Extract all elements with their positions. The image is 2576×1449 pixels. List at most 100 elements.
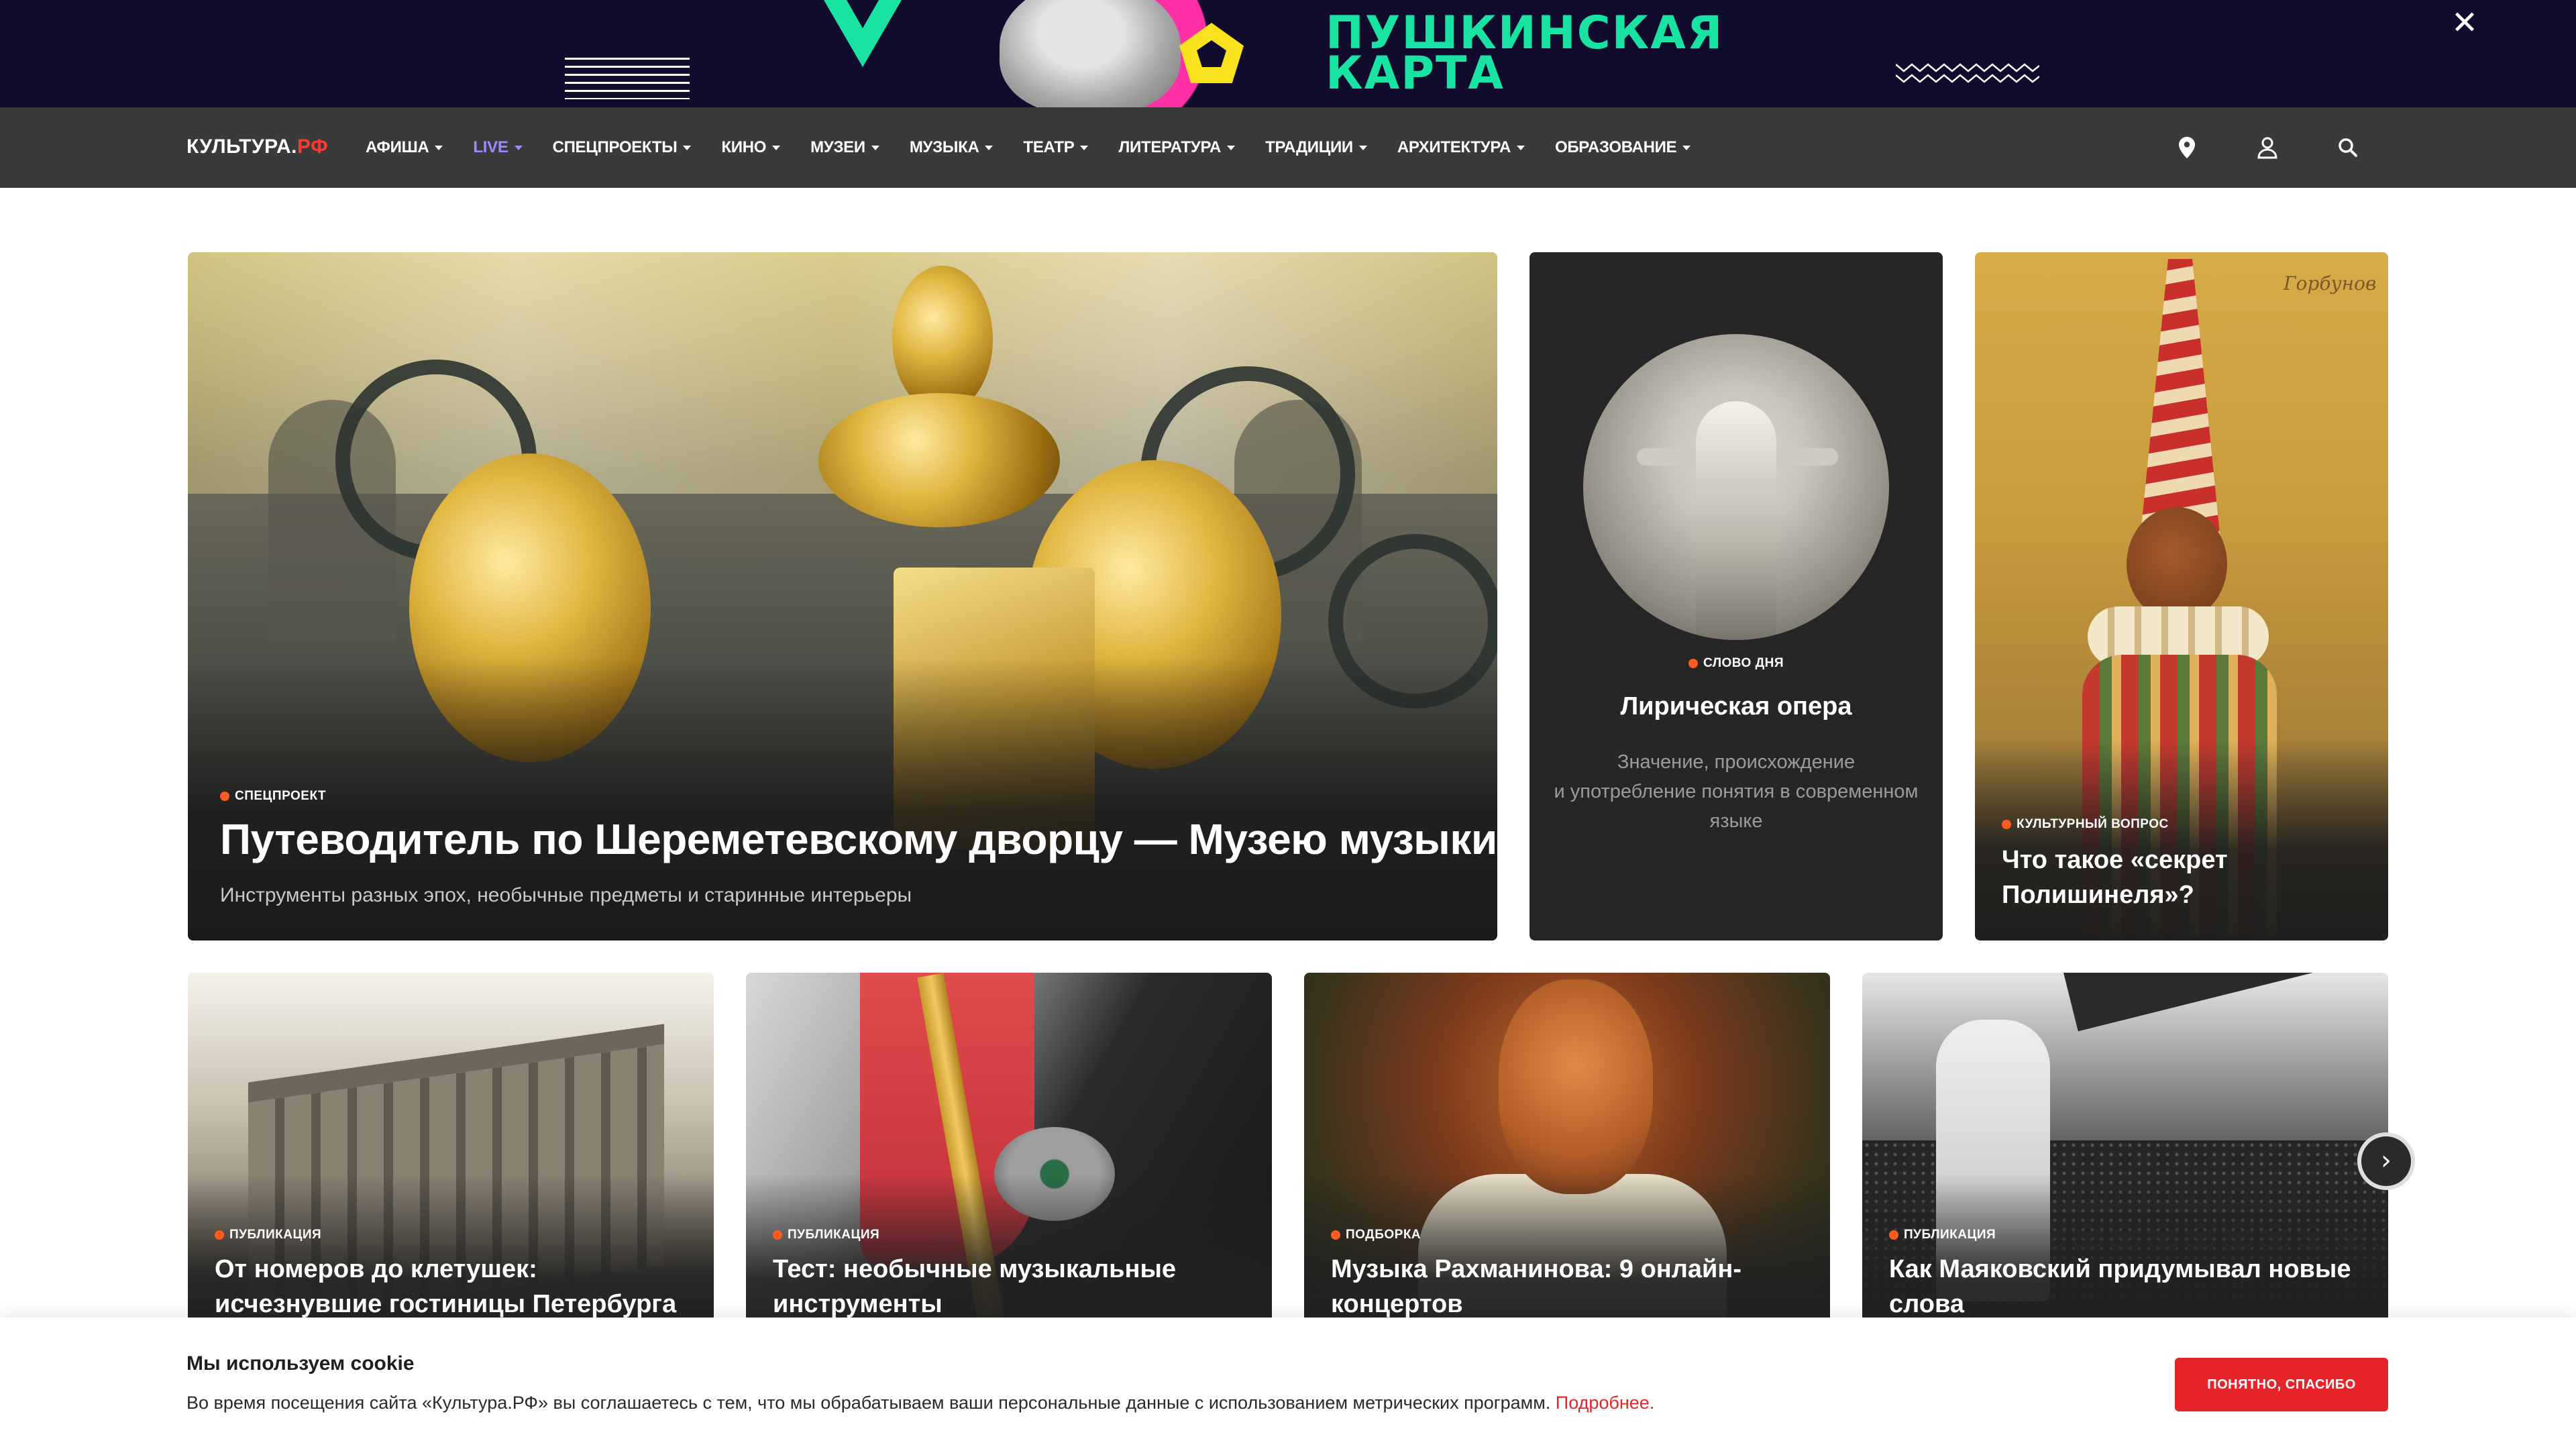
nav-item-label: Театр — [1023, 138, 1075, 156]
card-category-tag: Публикация — [1889, 1228, 1996, 1242]
tag-dot-icon — [773, 1230, 782, 1240]
hero-category-tag: Спецпроект — [220, 789, 326, 804]
card-title[interactable]: Музыка Рахманинова: 9 онлайн-концертов — [1331, 1252, 1814, 1322]
word-description-line: Значение, происхождение — [1617, 751, 1856, 773]
card-title[interactable]: Тест: необычные музыкальные инструменты — [773, 1252, 1256, 1322]
chevron-down-icon — [985, 145, 994, 150]
nav-item-label: Кино — [721, 138, 767, 156]
tag-label: Культурный вопрос — [2017, 817, 2169, 831]
cookie-banner: Мы используем cookie Во время посещения … — [0, 1318, 2576, 1449]
article-card[interactable]: Публикация Тест: необычные музыкальные и… — [746, 973, 1272, 1348]
cookie-text-body: Во время посещения сайта «Культура.РФ» в… — [186, 1393, 1556, 1413]
tag-dot-icon — [1889, 1230, 1898, 1240]
logo-text: КУЛЬТУРА. — [186, 136, 298, 158]
nav-menu: Афиша LIVE Спецпроекты Кино Музеи Музыка… — [366, 107, 1721, 188]
hero-card[interactable]: Спецпроект Путеводитель по Шереметевском… — [188, 252, 1497, 941]
tag-label: Публикация — [788, 1228, 880, 1242]
tag-dot-icon — [215, 1230, 224, 1240]
nav-item-kino[interactable]: Кино — [721, 138, 781, 157]
word-description-line: языке — [1709, 810, 1763, 832]
nav-item-label: LIVE — [473, 138, 508, 156]
promo-title: Пушкинская карта — [1326, 11, 1835, 97]
culture-question-card[interactable]: Горбунов Культурный вопрос Что такое «се… — [1975, 252, 2388, 941]
tag-dot-icon — [1331, 1230, 1340, 1240]
hero-subtitle: Инструменты разных эпох, необычные предм… — [220, 884, 912, 906]
search-icon[interactable] — [2334, 134, 2361, 161]
close-icon[interactable]: ✕ — [2450, 7, 2479, 39]
nav-item-label: Образование — [1554, 138, 1677, 156]
tag-label: Подборка — [1346, 1228, 1421, 1242]
nav-item-label: Традиции — [1265, 138, 1353, 156]
card-category-tag: Публикация — [215, 1228, 321, 1242]
nav-item-live[interactable]: LIVE — [473, 138, 523, 157]
article-card[interactable]: Публикация От номеров до клетушек: исчез… — [188, 973, 714, 1348]
card-title[interactable]: Как Маяковский придумывал новые слова — [1889, 1252, 2372, 1322]
promo-triangle-cutout — [847, 0, 879, 28]
chevron-down-icon — [1227, 145, 1236, 150]
chevron-down-icon — [1516, 145, 1525, 150]
site-logo[interactable]: КУЛЬТУРА.РФ — [186, 136, 328, 158]
artist-signature: Горбунов — [2284, 272, 2377, 294]
nav-item-muzei[interactable]: Музеи — [810, 138, 879, 157]
pushkin-bust-image — [1000, 0, 1181, 107]
map-pin-icon[interactable] — [2174, 134, 2200, 161]
nav-item-traditsii[interactable]: Традиции — [1265, 138, 1367, 157]
user-icon[interactable] — [2254, 134, 2281, 161]
tag-dot-icon — [1688, 659, 1698, 668]
cookie-text: Во время посещения сайта «Культура.РФ» в… — [186, 1393, 1654, 1413]
nav-item-label: Музыка — [909, 138, 979, 156]
nav-item-label: Музеи — [810, 138, 865, 156]
question-category-tag: Культурный вопрос — [2002, 817, 2169, 832]
jester-face-image — [2127, 507, 2227, 621]
hero-title[interactable]: Путеводитель по Шереметевскому дворцу — … — [220, 814, 1497, 864]
card-title[interactable]: От номеров до клетушек: исчезнувшие гост… — [215, 1252, 698, 1322]
logo-accent: РФ — [297, 136, 329, 158]
chevron-down-icon — [1358, 145, 1367, 150]
promo-banner[interactable]: Пушкинская карта ✕ — [0, 0, 2576, 107]
nav-item-muzyka[interactable]: Музыка — [910, 138, 994, 157]
word-of-day-card[interactable]: Слово дня Лирическая опера Значение, про… — [1529, 252, 1943, 941]
card-category-tag: Публикация — [773, 1228, 879, 1242]
nav-item-specprojects[interactable]: Спецпроекты — [553, 138, 692, 157]
chevron-down-icon — [1080, 145, 1089, 150]
word-description-line: и употребление понятия в современном — [1554, 781, 1919, 802]
nav-item-label: Спецпроекты — [552, 138, 678, 156]
chevron-right-icon[interactable]: › — [2357, 1132, 2415, 1190]
rachmaninoff-portrait — [1499, 979, 1653, 1194]
main-navigation: КУЛЬТУРА.РФ Афиша LIVE Спецпроекты Кино … — [0, 107, 2576, 188]
question-title[interactable]: Что такое «секрет Полишинеля»? — [2002, 843, 2364, 912]
nav-item-label: Афиша — [366, 138, 429, 156]
promo-zigzag-graphic — [1896, 63, 2039, 83]
word-description: Значение, происхождение и употребление п… — [1543, 747, 1929, 836]
nav-item-label: Литература — [1118, 138, 1222, 156]
nav-item-label: Архитектура — [1397, 138, 1511, 156]
promo-stripes-graphic — [565, 58, 690, 99]
word-category-tag: Слово дня — [1529, 656, 1943, 671]
nav-item-obrazovanie[interactable]: Образование — [1554, 138, 1691, 157]
singer-figure — [1696, 401, 1776, 640]
gold-crown — [818, 393, 1060, 527]
tag-label: Публикация — [229, 1228, 322, 1242]
tag-dot-icon — [220, 792, 229, 801]
nav-item-arkhitektura[interactable]: Архитектура — [1397, 138, 1525, 157]
nav-item-literatura[interactable]: Литература — [1118, 138, 1236, 157]
chevron-down-icon — [772, 145, 781, 150]
slogan-banner-photo — [2063, 973, 2388, 1032]
chevron-down-icon — [514, 145, 523, 150]
tag-label: Публикация — [1904, 1228, 1996, 1242]
cookie-accept-button[interactable]: Понятно, спасибо — [2175, 1358, 2388, 1411]
chevron-down-icon — [435, 145, 443, 150]
tag-label: Спецпроект — [235, 789, 327, 803]
cookie-title: Мы используем cookie — [186, 1352, 415, 1375]
article-card[interactable]: Публикация Как Маяковский придумывал нов… — [1862, 973, 2388, 1348]
cookie-more-link[interactable]: Подробнее. — [1556, 1393, 1655, 1413]
chevron-down-icon — [683, 145, 692, 150]
word-title[interactable]: Лирическая опера — [1529, 692, 1943, 721]
chevron-down-icon — [871, 145, 879, 150]
article-card[interactable]: Подборка Музыка Рахманинова: 9 онлайн-ко… — [1304, 973, 1830, 1348]
nav-item-afisha[interactable]: Афиша — [366, 138, 443, 157]
card-category-tag: Подборка — [1331, 1228, 1421, 1242]
nav-item-teatr[interactable]: Театр — [1023, 138, 1089, 157]
jester-hat-image — [2140, 259, 2220, 541]
opera-singer-photo — [1583, 334, 1889, 640]
